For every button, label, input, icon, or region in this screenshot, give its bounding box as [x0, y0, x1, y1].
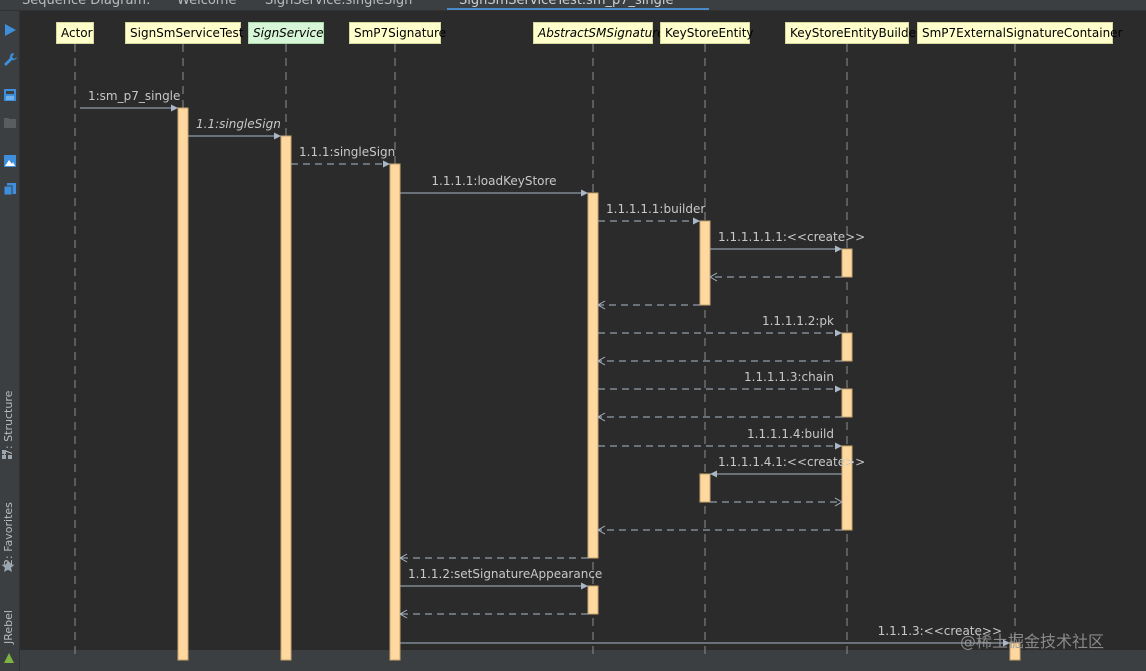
call-arrowhead [383, 160, 390, 168]
message-label: 1.1.1.1.3:chain [744, 370, 834, 384]
message-label: 1:sm_p7_single [88, 89, 180, 103]
activation-bar [280, 135, 292, 661]
call-arrowhead [274, 132, 281, 140]
call-arrowhead [835, 385, 842, 393]
message-label: 1.1.1.1.4:build [747, 427, 834, 441]
message-label: 1.1.1.1.2:pk [762, 314, 834, 328]
lifeline-header-entity[interactable]: KeyStoreEntity [660, 22, 754, 44]
activation-bar [587, 585, 599, 615]
call-arrowhead [581, 189, 588, 197]
lifeline-header-test[interactable]: SignSmServiceTest [125, 22, 243, 44]
message-label: 1.1.1.2:setSignatureAppearance [408, 567, 602, 581]
activation-bar [699, 473, 711, 503]
sequence-diagram: 1:sm_p7_single 1.1:singleSign 1.1.1:single… [74, 44, 1021, 661]
activation-bar [587, 192, 599, 559]
lifeline-header-service[interactable]: SignService [248, 22, 324, 44]
call-arrowhead [835, 442, 842, 450]
call-arrowhead [710, 470, 717, 478]
message-label: 1.1.1.1.1.1:<<create>> [718, 230, 865, 244]
lifeline-header-abstract[interactable]: AbstractSMSignature [533, 22, 665, 44]
activation-bar [841, 332, 853, 362]
message-label: 1.1:singleSign [196, 117, 281, 131]
message-label: 1.1.1.1:loadKeyStore [431, 174, 556, 188]
activation-bar [841, 388, 853, 418]
message-label: 1.1.1.1.1:builder [606, 202, 705, 216]
activation-bar [177, 107, 189, 661]
call-arrowhead [835, 245, 842, 253]
watermark: @稀土掘金技术社区 [960, 632, 1105, 651]
call-arrowhead [835, 329, 842, 337]
lifeline-header-actor[interactable]: Actor [56, 22, 94, 44]
lifeline-header-builder[interactable]: KeyStoreEntityBuilder [785, 22, 921, 44]
message-label: 1.1.1.1.4.1:<<create>> [718, 455, 865, 469]
activation-bar [699, 220, 711, 306]
lifeline-header-p7[interactable]: SmP7Signature [349, 22, 446, 44]
call-arrowhead [171, 104, 178, 112]
message-label: 1.1.1:singleSign [299, 145, 395, 159]
lifeline-header-container[interactable]: SmP7ExternalSignatureContainer [917, 22, 1123, 44]
call-arrowhead [581, 582, 588, 590]
call-arrowhead [693, 217, 700, 225]
activation-bar [389, 163, 401, 661]
activation-bar [841, 248, 853, 278]
